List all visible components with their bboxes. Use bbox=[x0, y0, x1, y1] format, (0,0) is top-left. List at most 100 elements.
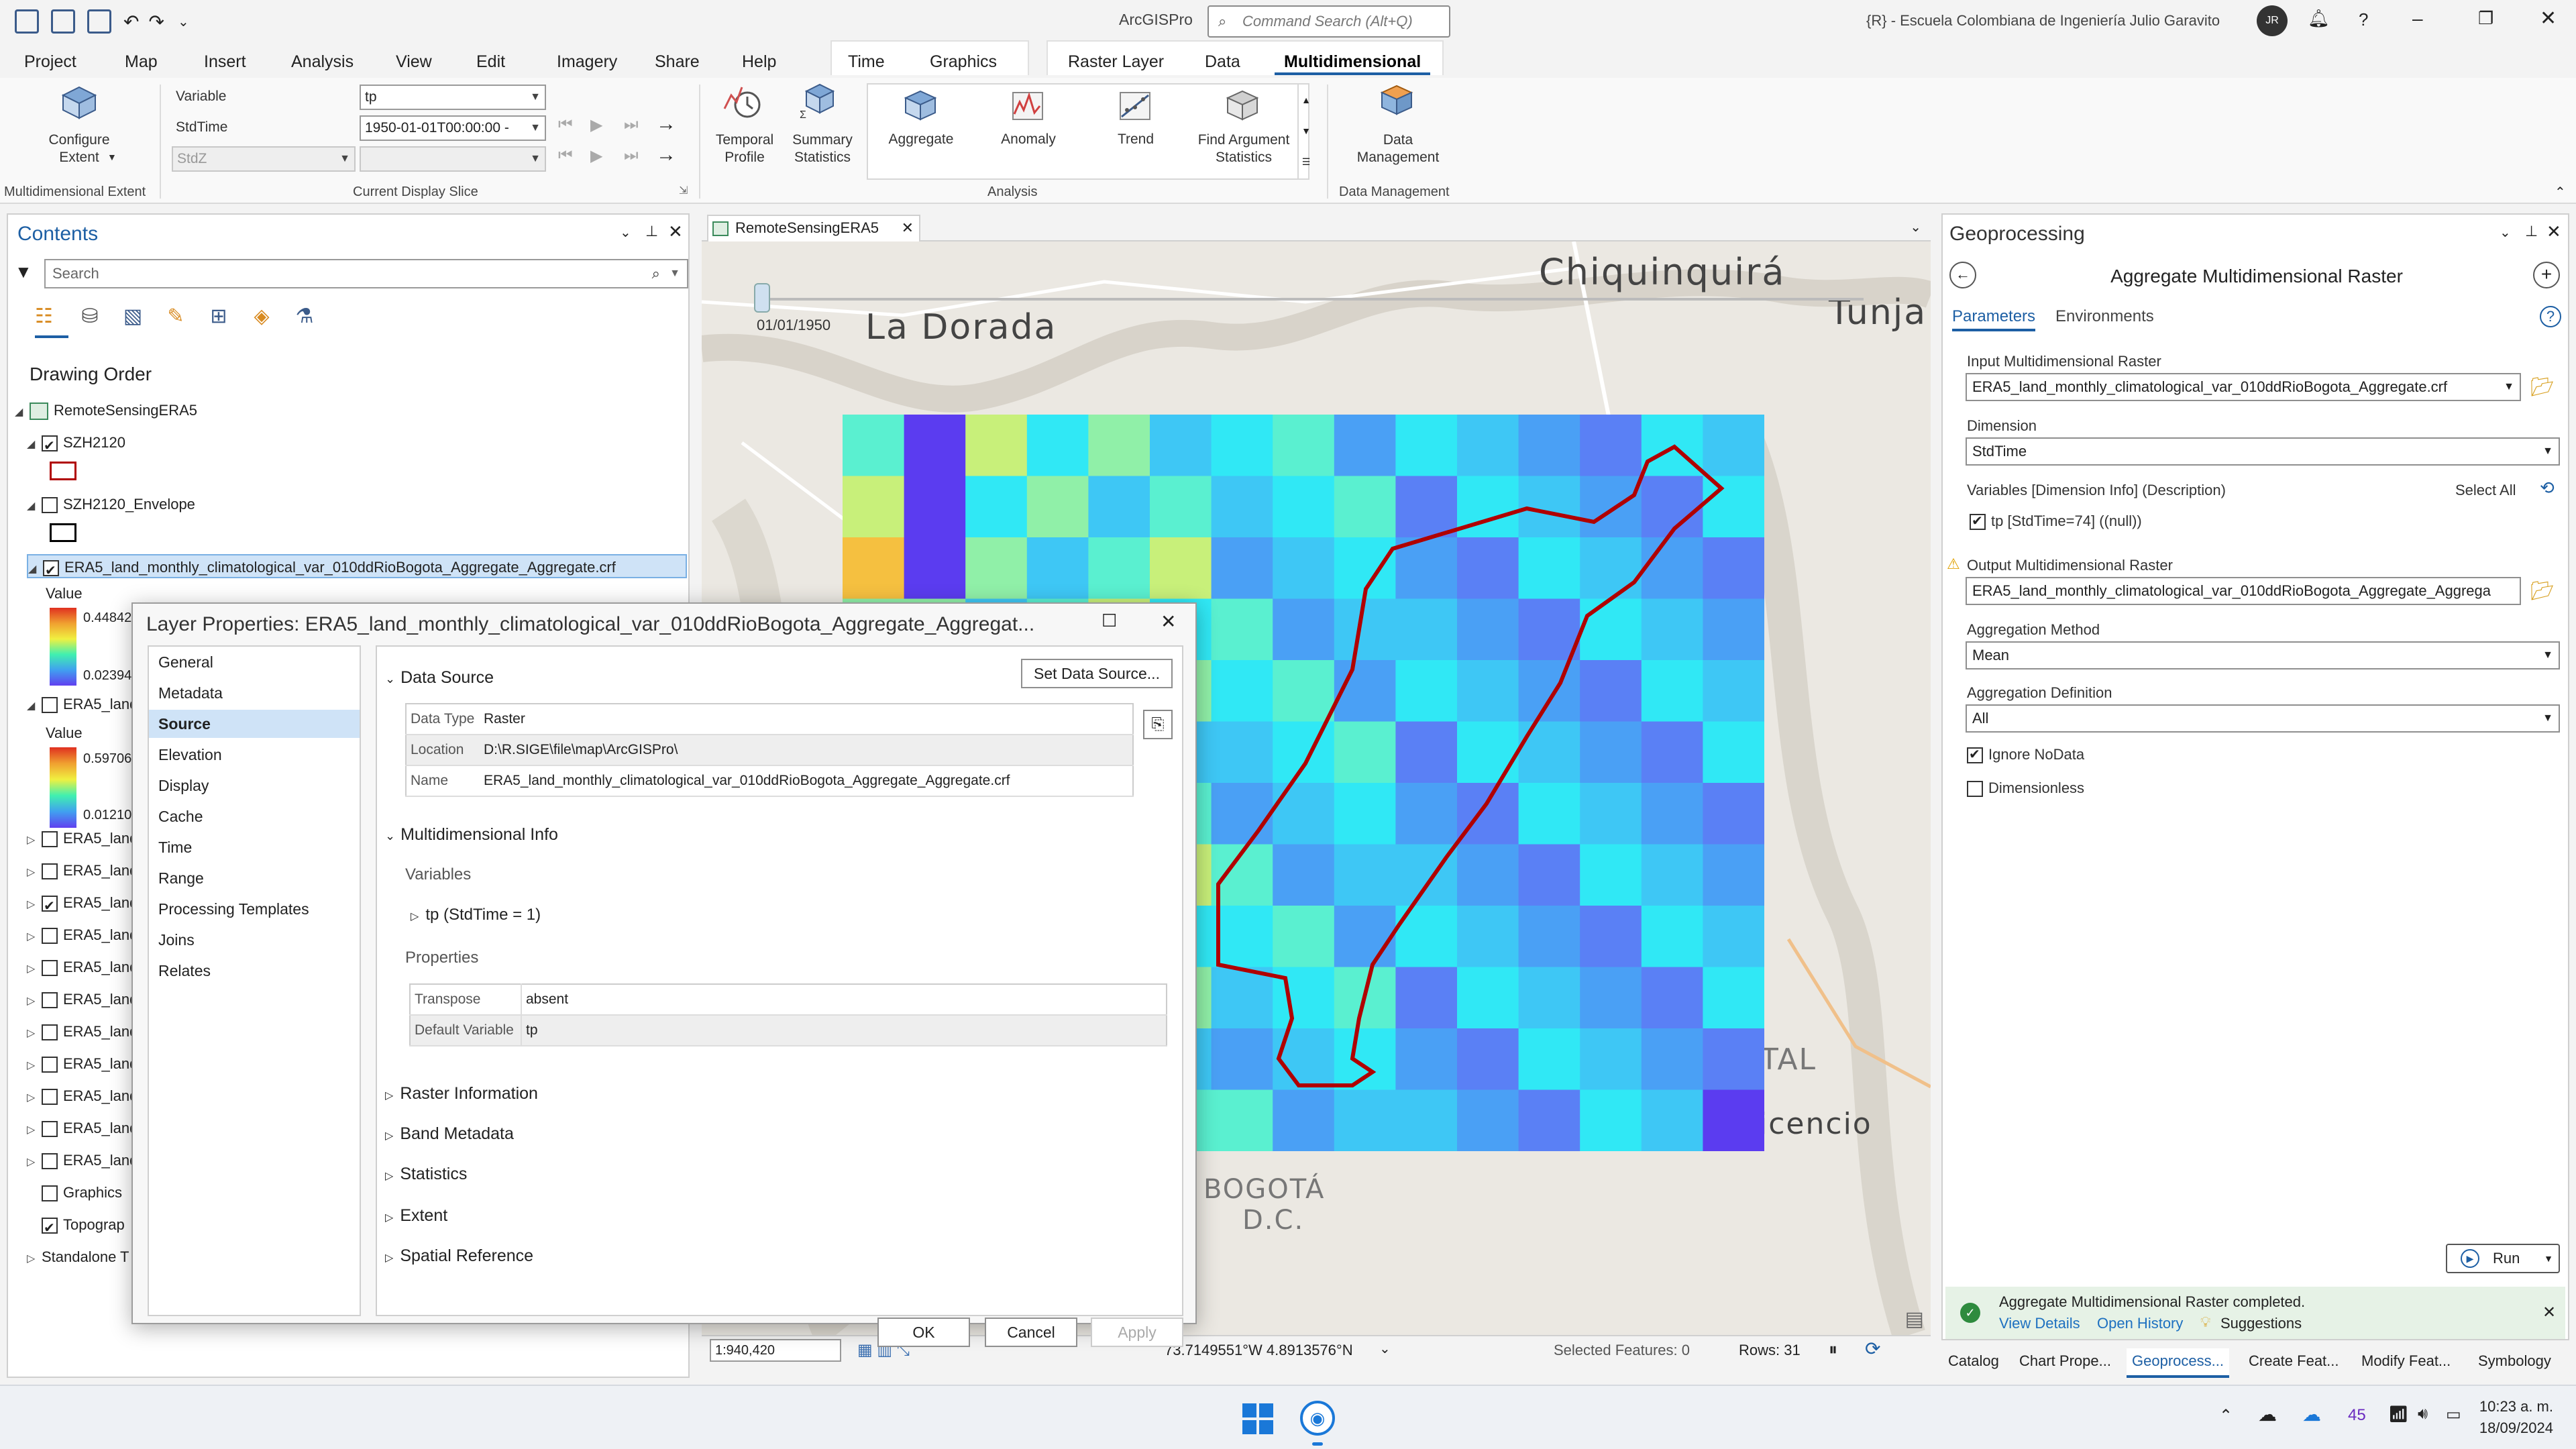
stdtime-select[interactable]: 1950-01-01T00:00:00 - ▼ bbox=[360, 115, 546, 141]
first-slice-icon[interactable]: ⏮ bbox=[558, 115, 573, 134]
time-slider-track[interactable] bbox=[763, 298, 1864, 301]
tab-help[interactable]: Help bbox=[733, 48, 786, 75]
dimension-select[interactable]: StdTime ▼ bbox=[1966, 437, 2560, 466]
nav-elevation[interactable]: Elevation bbox=[158, 746, 222, 764]
stdz-select[interactable]: StdZ ▼ bbox=[172, 146, 356, 172]
arcgis-pro-taskbar-icon[interactable]: ◉ bbox=[1300, 1401, 1335, 1436]
variable-item[interactable]: ▷ tp (StdTime = 1) bbox=[411, 906, 541, 924]
clock-date[interactable]: 18/09/2024 bbox=[2473, 1419, 2553, 1437]
new-project-icon[interactable] bbox=[15, 9, 39, 34]
input-raster-field[interactable]: ERA5_land_monthly_climatological_var_010… bbox=[1966, 373, 2521, 401]
last-slice-icon[interactable]: ⏭ bbox=[624, 115, 639, 134]
list-by-editing-icon[interactable]: ✎ bbox=[154, 305, 197, 338]
tab-edit[interactable]: Edit bbox=[467, 48, 515, 75]
filter-icon[interactable]: ▼ bbox=[15, 262, 32, 282]
list-by-snapping-icon[interactable]: ⊞ bbox=[197, 305, 240, 338]
symbol-swatch[interactable] bbox=[50, 462, 76, 480]
nav-metadata[interactable]: Metadata bbox=[158, 684, 223, 702]
anomaly-button[interactable]: Anomaly bbox=[979, 131, 1077, 148]
tab-multidimensional[interactable]: Multidimensional bbox=[1275, 48, 1431, 75]
tab-view[interactable]: View bbox=[386, 48, 441, 75]
method-select[interactable]: Mean ▼ bbox=[1966, 641, 2560, 669]
list-by-labeling-icon[interactable]: ◈ bbox=[240, 305, 283, 338]
help-icon[interactable]: ? bbox=[2359, 9, 2368, 30]
list-by-selection-icon[interactable]: ▧ bbox=[111, 305, 154, 338]
layer-visibility-checkbox[interactable] bbox=[42, 497, 58, 514]
tab-imagery[interactable]: Imagery bbox=[547, 48, 627, 75]
trend-button[interactable]: Trend bbox=[1087, 131, 1185, 148]
reset-icon[interactable]: ⟲ bbox=[2540, 478, 2555, 498]
layer-visibility-checkbox[interactable] bbox=[42, 1153, 58, 1170]
tab-data[interactable]: Data bbox=[1195, 48, 1250, 75]
play-z-icon[interactable]: ▶ bbox=[590, 146, 602, 166]
close-icon[interactable]: ✕ bbox=[2540, 7, 2557, 30]
list-by-source-icon[interactable]: ⛁ bbox=[68, 305, 111, 338]
layer-visibility-checkbox[interactable] bbox=[42, 831, 58, 848]
windows-start-icon[interactable] bbox=[1242, 1403, 1273, 1434]
layer-visibility-checkbox[interactable] bbox=[42, 1216, 58, 1240]
redo-icon[interactable]: ↷ bbox=[148, 11, 164, 33]
apply-button[interactable]: Apply bbox=[1091, 1318, 1183, 1347]
collapse-ribbon-icon[interactable]: ⌃ bbox=[2555, 184, 2566, 201]
pane-options-icon[interactable]: ⌄ bbox=[620, 224, 631, 241]
tree-topographic[interactable]: Topograp bbox=[42, 1213, 125, 1240]
tree-layer[interactable]: ▷ERA5_land bbox=[27, 826, 138, 851]
nav-source[interactable]: Source bbox=[158, 715, 211, 733]
tab-create-features[interactable]: Create Feat... bbox=[2249, 1352, 2339, 1370]
tree-layer[interactable]: ▷ERA5_land bbox=[27, 1052, 138, 1076]
refresh-icon[interactable]: ⟳ bbox=[1865, 1338, 1880, 1360]
list-by-drawing-order-icon[interactable]: ☷ bbox=[35, 305, 68, 338]
ignore-nodata-row[interactable]: Ignore NoData bbox=[1967, 746, 2084, 764]
tree-layer[interactable]: ▷ERA5_land bbox=[27, 923, 138, 947]
section-md-info[interactable]: ⌄ Multidimensional Info bbox=[385, 825, 558, 845]
tab-geoprocessing[interactable]: Geoprocess... bbox=[2127, 1348, 2229, 1378]
next-slice-icon[interactable]: → bbox=[656, 113, 676, 136]
layer-visibility-checkbox[interactable] bbox=[42, 1089, 58, 1106]
help-icon[interactable]: ? bbox=[2540, 306, 2561, 327]
tab-environments[interactable]: Environments bbox=[2055, 307, 2154, 326]
section-statistics[interactable]: ▷ Statistics bbox=[385, 1165, 467, 1184]
folder-icon[interactable]: 📂︎ bbox=[2530, 580, 2555, 602]
set-data-source-button[interactable]: Set Data Source... bbox=[1021, 659, 1173, 688]
tree-layer[interactable]: ▷ERA5_land bbox=[27, 1020, 138, 1044]
command-search-input[interactable]: ⌕ Command Search (Alt+Q) bbox=[1208, 5, 1450, 38]
pin-icon[interactable]: ⊥ bbox=[645, 223, 658, 240]
copy-icon[interactable]: ⎘ bbox=[1143, 710, 1173, 739]
nav-cache[interactable]: Cache bbox=[158, 808, 203, 826]
tree-layer[interactable]: ▷ERA5_land bbox=[27, 1116, 138, 1140]
variable-row[interactable]: tp [StdTime=74] ((null)) bbox=[1970, 513, 2142, 531]
close-pane-icon[interactable]: ✕ bbox=[668, 221, 683, 242]
close-tab-icon[interactable]: ✕ bbox=[902, 216, 914, 240]
nav-time[interactable]: Time bbox=[158, 839, 192, 857]
play-icon[interactable]: ▶ bbox=[590, 115, 602, 135]
find-argument-statistics-button[interactable]: Find Argument Statistics bbox=[1189, 131, 1299, 166]
tree-layer[interactable]: ▷ERA5_land bbox=[27, 1084, 138, 1108]
nav-processing-templates[interactable]: Processing Templates bbox=[158, 900, 309, 918]
section-band-metadata[interactable]: ▷ Band Metadata bbox=[385, 1124, 514, 1144]
layer-visibility-checkbox[interactable] bbox=[42, 1185, 58, 1202]
add-icon[interactable]: + bbox=[2533, 262, 2560, 288]
layer-visibility-checkbox[interactable] bbox=[42, 1121, 58, 1138]
layer-visibility-checkbox[interactable] bbox=[42, 863, 58, 880]
chevron-down-icon[interactable]: ⌄ bbox=[1910, 219, 1921, 235]
clock-time[interactable]: 10:23 a. m. bbox=[2473, 1398, 2553, 1415]
ok-button[interactable]: OK bbox=[877, 1318, 970, 1347]
tree-layer[interactable]: ▷ERA5_land bbox=[27, 859, 138, 883]
list-by-perspective-icon[interactable]: ⚗ bbox=[283, 305, 326, 338]
tab-modify-features[interactable]: Modify Feat... bbox=[2361, 1352, 2451, 1370]
next-z-icon[interactable]: → bbox=[656, 144, 676, 166]
layer-visibility-checkbox[interactable] bbox=[42, 960, 58, 977]
cancel-button[interactable]: Cancel bbox=[985, 1318, 1077, 1347]
tab-parameters[interactable]: Parameters bbox=[1952, 307, 2036, 331]
chevron-down-icon[interactable]: ⌄ bbox=[1379, 1340, 1391, 1357]
scale-input[interactable]: 1:940,420 bbox=[710, 1339, 841, 1362]
tab-catalog[interactable]: Catalog bbox=[1948, 1352, 1999, 1370]
undo-icon[interactable]: ↶ bbox=[123, 11, 139, 33]
tree-layer[interactable]: ▷ERA5_land bbox=[27, 891, 138, 918]
select-all-button[interactable]: Select All bbox=[2455, 482, 2516, 499]
pause-icon[interactable]: ⏸ bbox=[1829, 1339, 1837, 1360]
close-icon[interactable]: ✕ bbox=[2542, 1303, 2556, 1322]
pane-options-icon[interactable]: ⌄ bbox=[2500, 224, 2511, 241]
tab-raster-layer[interactable]: Raster Layer bbox=[1059, 48, 1173, 75]
gallery-scroll[interactable]: ▲ ▼ ☰ bbox=[1297, 85, 1313, 178]
